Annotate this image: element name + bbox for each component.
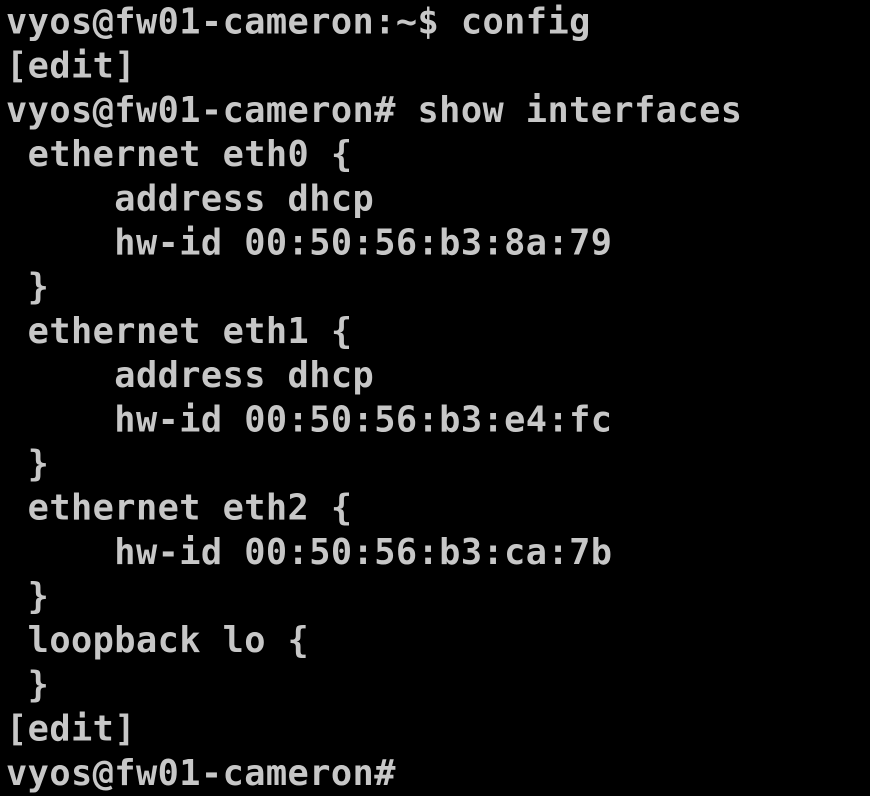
eth1-block-start: ethernet eth1 { <box>6 310 353 352</box>
current-prompt[interactable]: vyos@fw01-cameron# <box>6 751 866 795</box>
eth2-block-end: } <box>6 575 50 617</box>
loopback-block-start: loopback lo { <box>6 619 310 661</box>
eth0-block-end: } <box>6 266 50 308</box>
terminal-output: vyos@fw01-cameron:~$ config [edit] vyos@… <box>6 0 866 796</box>
eth1-address: address dhcp <box>6 354 375 396</box>
loopback-block-end: } <box>6 663 50 706</box>
eth2-block-start: ethernet eth2 { <box>6 487 353 529</box>
show-interfaces-command: vyos@fw01-cameron# show interfaces <box>6 89 743 131</box>
eth2-hw-id: hw-id 00:50:56:b3:ca:7b <box>6 531 613 573</box>
eth1-block-end: } <box>6 442 50 485</box>
eth0-hw-id: hw-id 00:50:56:b3:8a:79 <box>6 221 613 264</box>
eth0-block-start: ethernet eth0 { <box>6 133 353 175</box>
eth1-hw-id: hw-id 00:50:56:b3:e4:fc <box>6 398 613 440</box>
shell-prompt-config-command: vyos@fw01-cameron:~$ config <box>6 0 591 43</box>
edit-mode-indicator: [edit] <box>6 45 136 87</box>
eth0-address: address dhcp <box>6 177 375 219</box>
terminal-window[interactable]: vyos@fw01-cameron:~$ config [edit] vyos@… <box>0 0 870 793</box>
edit-mode-indicator-2: [edit] <box>6 707 136 750</box>
